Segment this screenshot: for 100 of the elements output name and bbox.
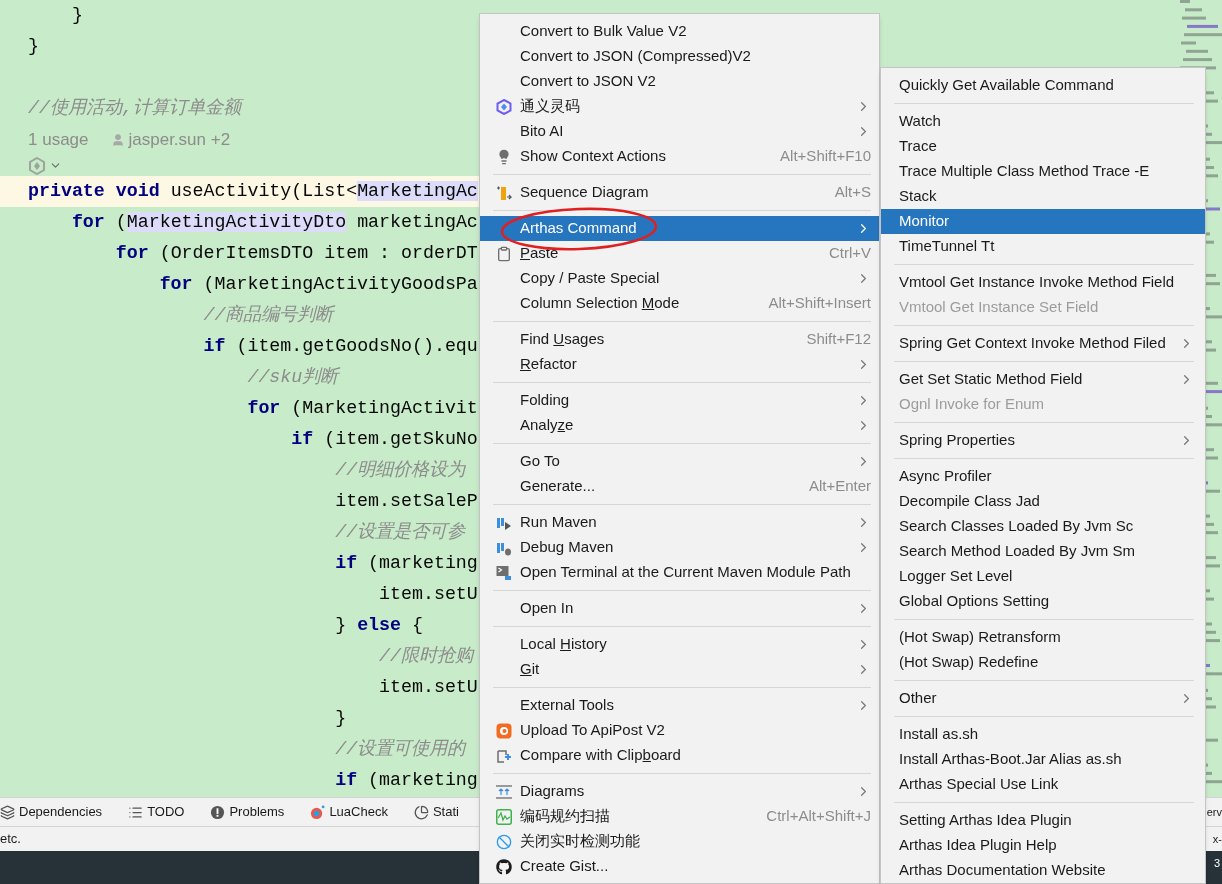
code-line: //sku判断 bbox=[246, 366, 339, 389]
menu-item[interactable]: Compare with Clipboard bbox=[480, 743, 879, 768]
layers-icon bbox=[0, 804, 15, 820]
menu-item[interactable]: Arthas Command bbox=[480, 216, 879, 241]
code-line: //设置可使用的 bbox=[334, 738, 466, 761]
menu-item[interactable]: Logger Set Level bbox=[881, 564, 1205, 589]
status-fragment: x- bbox=[1212, 831, 1222, 847]
menu-item[interactable]: TimeTunnel Tt bbox=[881, 234, 1205, 259]
menu-item[interactable]: Bito AI bbox=[480, 119, 879, 144]
menu-item[interactable]: Quickly Get Available Command bbox=[881, 73, 1205, 98]
menu-item[interactable]: Trace Multiple Class Method Trace -E bbox=[881, 159, 1205, 184]
tab-fragment: erv bbox=[1206, 804, 1222, 820]
menu-item[interactable]: 通义灵码 bbox=[480, 94, 879, 119]
menu-item[interactable]: Diagrams bbox=[480, 779, 879, 804]
menu-item[interactable]: Show Context Actions Alt+Shift+F10 bbox=[480, 144, 879, 169]
menu-item[interactable]: Sequence Diagram Alt+S bbox=[480, 180, 879, 205]
menu-item[interactable]: Spring Get Context Invoke Method Filed bbox=[881, 331, 1205, 356]
menu-item[interactable]: Run Maven bbox=[480, 510, 879, 535]
menu-item[interactable]: Debug Maven bbox=[480, 535, 879, 560]
shortcut-label: Ctrl+Alt+Shift+J bbox=[766, 806, 871, 827]
menu-item[interactable]: 编码规约扫描 Ctrl+Alt+Shift+J bbox=[480, 804, 879, 829]
menu-item[interactable]: Get Set Static Method Field bbox=[881, 367, 1205, 392]
app-logo-icon bbox=[310, 804, 326, 820]
menu-item[interactable]: Arthas Idea Plugin Help bbox=[881, 833, 1205, 858]
menu-item[interactable]: Monitor bbox=[881, 209, 1205, 234]
ban-icon bbox=[496, 833, 512, 850]
menu-item[interactable]: Global Options Setting bbox=[881, 589, 1205, 614]
taskbar-fragment: 3 bbox=[1213, 856, 1220, 871]
menu-item[interactable]: Decompile Class Jad bbox=[881, 489, 1205, 514]
hexagon-icon[interactable] bbox=[28, 156, 46, 175]
menu-item[interactable]: External Tools bbox=[480, 693, 879, 718]
tool-window-tab[interactable]: Problems bbox=[210, 802, 285, 822]
shortcut-label: Alt+Enter bbox=[808, 476, 871, 497]
code-line: item.setU bbox=[378, 676, 478, 699]
sequence-diagram-icon bbox=[496, 184, 512, 201]
menu-item[interactable]: Install as.sh bbox=[881, 722, 1205, 747]
menu-item[interactable]: Arthas Special Use Link bbox=[881, 772, 1205, 797]
menu-item[interactable]: Convert to Bulk Value V2 bbox=[480, 19, 879, 44]
menu-item[interactable]: Copy / Paste Special bbox=[480, 266, 879, 291]
menu-item[interactable]: Local History bbox=[480, 632, 879, 657]
menu-item[interactable]: Generate... Alt+Enter bbox=[480, 474, 879, 499]
diagram-icon bbox=[496, 783, 512, 800]
code-line: //设置是否可参 bbox=[334, 521, 466, 544]
shortcut-label: Ctrl+V bbox=[828, 243, 871, 264]
code-line: for (OrderItemsDTO item : orderDT bbox=[114, 242, 478, 265]
menu-item[interactable]: Paste Ctrl+V bbox=[480, 241, 879, 266]
code-line: private void useActivity(List<MarketingAc bbox=[28, 180, 478, 203]
menu-item[interactable]: Open In bbox=[480, 596, 879, 621]
code-line: //限时抢购 bbox=[378, 645, 473, 668]
shortcut-label: Alt+Shift+F10 bbox=[780, 146, 871, 167]
menu-item[interactable]: Find Usages Shift+F12 bbox=[480, 327, 879, 352]
compare-icon bbox=[496, 747, 512, 764]
menu-item[interactable]: Upload To ApiPost V2 bbox=[480, 718, 879, 743]
menu-item[interactable]: 关闭实时检测功能 bbox=[480, 829, 879, 854]
menu-item[interactable]: Setting Arthas Idea Plugin bbox=[881, 808, 1205, 833]
menu-item[interactable]: Async Profiler bbox=[881, 464, 1205, 489]
code-line: //明细价格设为 bbox=[334, 459, 466, 482]
menu-item[interactable]: Create Gist... bbox=[480, 854, 879, 879]
code-line: } bbox=[28, 35, 39, 58]
clipboard-icon bbox=[496, 245, 512, 262]
menu-item[interactable]: Stack bbox=[881, 184, 1205, 209]
tool-window-tab[interactable]: LuaCheck bbox=[310, 802, 388, 822]
menu-item[interactable]: Other bbox=[881, 686, 1205, 711]
code-line: if (marketing bbox=[334, 552, 478, 575]
menu-item[interactable]: Folding bbox=[480, 388, 879, 413]
shortcut-label: Alt+S bbox=[834, 182, 871, 203]
menu-item[interactable]: Git bbox=[480, 657, 879, 682]
menu-item[interactable]: Spring Properties bbox=[881, 428, 1205, 453]
code-line: } bbox=[334, 707, 347, 730]
menu-item[interactable]: Trace bbox=[881, 134, 1205, 159]
menu-item[interactable]: Search Classes Loaded By Jvm Sc bbox=[881, 514, 1205, 539]
github-icon bbox=[496, 858, 512, 875]
menu-item[interactable]: Arthas Documentation Website bbox=[881, 858, 1205, 883]
menu-item[interactable]: Convert to JSON (Compressed)V2 bbox=[480, 44, 879, 69]
menu-item[interactable]: Search Method Loaded By Jvm Sm bbox=[881, 539, 1205, 564]
tool-window-tab[interactable]: Dependencies bbox=[0, 802, 103, 822]
code-line: if (item.getSkuNo bbox=[290, 428, 478, 451]
menu-item[interactable]: Watch bbox=[881, 109, 1205, 134]
alert-icon bbox=[210, 804, 226, 820]
person-icon bbox=[110, 132, 125, 147]
menu-item[interactable]: (Hot Swap) Retransform bbox=[881, 625, 1205, 650]
menu-item[interactable]: Open Terminal at the Current Maven Module Path bbox=[480, 560, 879, 585]
menu-item[interactable]: Convert to JSON V2 bbox=[480, 69, 879, 94]
code-line: for (MarketingActivit bbox=[246, 397, 478, 420]
list-icon bbox=[128, 804, 144, 820]
code-line: } else { bbox=[334, 614, 423, 637]
app-logo-icon bbox=[496, 722, 512, 739]
pulse-icon bbox=[496, 808, 512, 825]
tool-window-tab[interactable]: TODO bbox=[128, 802, 185, 822]
code-line: //商品编号判断 bbox=[202, 303, 334, 327]
hexagon-icon bbox=[496, 98, 512, 115]
menu-item[interactable]: Analyze bbox=[480, 413, 879, 438]
menu-item[interactable]: Install Arthas-Boot.Jar Alias as.sh bbox=[881, 747, 1205, 772]
menu-item[interactable]: Vmtool Get Instance Invoke Method Field bbox=[881, 270, 1205, 295]
menu-item[interactable]: Go To bbox=[480, 449, 879, 474]
menu-item[interactable]: Column Selection Mode Alt+Shift+Insert bbox=[480, 291, 879, 316]
pie-chart-icon bbox=[413, 804, 429, 820]
menu-item[interactable]: (Hot Swap) Redefine bbox=[881, 650, 1205, 675]
tool-window-tab[interactable]: Stati bbox=[413, 802, 459, 822]
menu-item[interactable]: Refactor bbox=[480, 352, 879, 377]
